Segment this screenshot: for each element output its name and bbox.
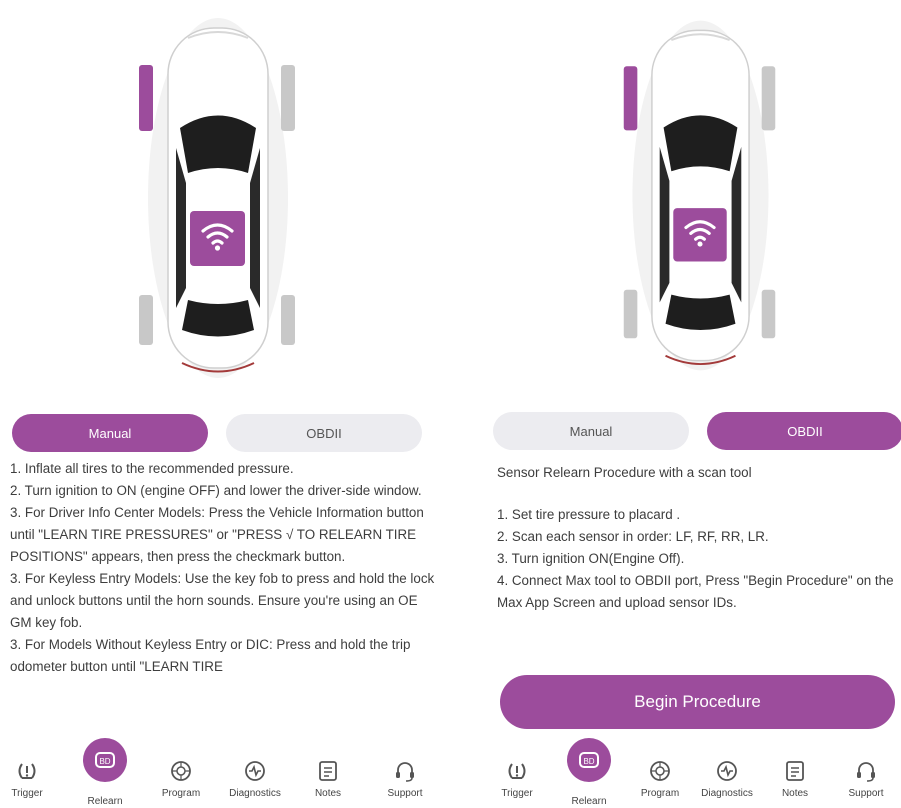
nav-support[interactable]: Support [831, 738, 901, 799]
notes-icon [786, 761, 804, 781]
pulse-icon [245, 761, 265, 781]
nav-label: Notes [314, 788, 342, 799]
tab-manual[interactable]: Manual [12, 414, 208, 452]
bottom-nav: Trigger BD Relearn Program Diagnostics N… [0, 738, 440, 808]
nav-support[interactable]: Support [370, 738, 440, 799]
notes-icon [319, 761, 337, 781]
tire-icon [171, 761, 191, 781]
manual-relearn-screen: Manual OBDII 1. Inflate all tires to the… [0, 0, 440, 808]
nav-label: Notes [781, 788, 809, 799]
obd-icon: BD [95, 752, 115, 768]
headset-icon [396, 762, 414, 782]
obd-icon: BD [579, 752, 599, 768]
nav-label: Relearn [571, 796, 607, 807]
instruction-step: 3. Turn ignition ON(Engine Off). [497, 551, 685, 566]
nav-label: Program [161, 788, 201, 799]
nav-label: Support [387, 788, 423, 799]
mode-tabs: Manual OBDII [12, 414, 422, 452]
nav-trigger[interactable]: Trigger [0, 738, 62, 799]
instruction-step: 3. For Keyless Entry Models: Use the key… [10, 571, 435, 630]
nav-label: Diagnostics [229, 788, 281, 799]
tire-rf [281, 65, 295, 131]
tpms-wifi-badge [190, 211, 245, 266]
tire-rr [761, 289, 776, 339]
tab-obdii[interactable]: OBDII [707, 412, 901, 450]
nav-notes[interactable]: Notes [760, 738, 830, 799]
nav-label: Support [848, 788, 884, 799]
instruction-step: 2. Scan each sensor in order: LF, RF, RR… [497, 529, 769, 544]
tire-icon [650, 761, 670, 781]
tire-rf [761, 66, 776, 131]
procedure-subtitle: Sensor Relearn Procedure with a scan too… [497, 465, 752, 480]
nav-label: Trigger [11, 788, 43, 799]
nav-label: Trigger [501, 788, 533, 799]
bottom-nav: Trigger BD Relearn Program Diagnostics N… [488, 738, 901, 808]
headset-icon [857, 762, 875, 782]
tab-obdii[interactable]: OBDII [226, 414, 422, 452]
pulse-icon [717, 761, 737, 781]
svg-text:BD: BD [99, 757, 110, 766]
instruction-step: 2. Turn ignition to ON (engine OFF) and … [10, 483, 422, 498]
mode-tabs: Manual OBDII [493, 412, 901, 450]
tire-lr [623, 289, 638, 339]
nav-label: Diagnostics [701, 788, 753, 799]
nav-trigger[interactable]: Trigger [482, 738, 552, 799]
instruction-step: 1. Set tire pressure to placard . [497, 507, 681, 522]
nav-diagnostics[interactable]: Diagnostics [692, 738, 762, 799]
tpms-icon [508, 763, 526, 779]
nav-program[interactable]: Program [146, 738, 216, 799]
instruction-step: 4. Connect Max tool to OBDII port, Press… [497, 573, 894, 610]
tire-lf [139, 65, 153, 131]
tpms-wifi-badge [673, 208, 727, 262]
nav-diagnostics[interactable]: Diagnostics [220, 738, 290, 799]
nav-program[interactable]: Program [625, 738, 695, 799]
tire-lf [623, 66, 638, 131]
instruction-step: 3. For Models Without Keyless Entry or D… [10, 637, 411, 674]
tpms-icon [18, 763, 36, 779]
nav-notes[interactable]: Notes [293, 738, 363, 799]
instruction-step: 3. For Driver Info Center Models: Press … [10, 505, 424, 564]
tire-rr [281, 295, 295, 345]
car-top-view [623, 20, 776, 371]
tab-manual[interactable]: Manual [493, 412, 689, 450]
instruction-step: 1. Inflate all tires to the recommended … [10, 461, 294, 476]
manual-instructions: 1. Inflate all tires to the recommended … [10, 458, 435, 748]
nav-label: Relearn [87, 796, 123, 807]
obdii-instructions: Sensor Relearn Procedure with a scan too… [497, 462, 897, 614]
begin-procedure-button[interactable]: Begin Procedure [500, 675, 895, 729]
svg-text:BD: BD [583, 757, 594, 766]
car-top-view [139, 18, 295, 378]
tire-lr [139, 295, 153, 345]
nav-label: Program [640, 788, 680, 799]
